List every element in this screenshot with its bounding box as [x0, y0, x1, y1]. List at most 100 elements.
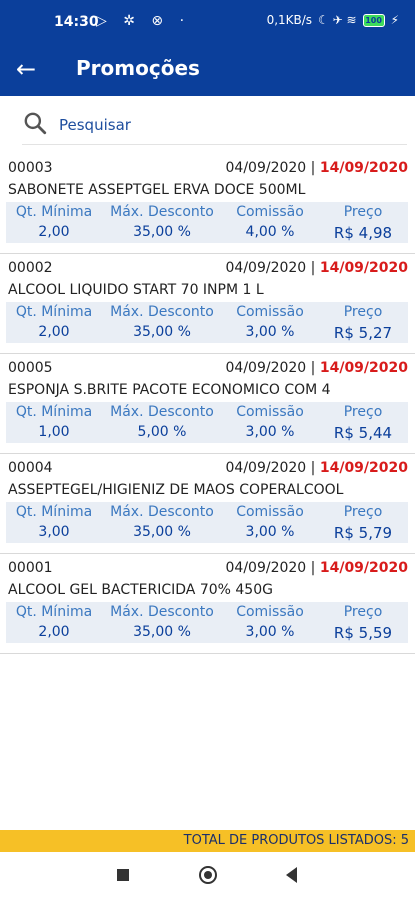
min-qty-col: Qt. Mínima 2,00 — [6, 602, 102, 643]
commission-label: Comissão — [236, 304, 304, 320]
item-name: ALCOOL LIQUIDO START 70 INPM 1 L — [8, 282, 264, 298]
price-label: Preço — [343, 204, 383, 220]
max-discount-label: Máx. Desconto — [110, 404, 214, 420]
max-discount-value: 35,00 % — [133, 324, 191, 340]
commission-label: Comissão — [236, 404, 304, 420]
recents-icon[interactable] — [117, 869, 129, 881]
min-qty-value: 2,00 — [38, 324, 70, 340]
total-footer: TOTAL DE PRODUTOS LISTADOS: 5 — [0, 830, 415, 852]
max-discount-col: Máx. Desconto 35,00 % — [102, 502, 222, 543]
price-label: Preço — [343, 304, 383, 320]
price-label: Preço — [343, 504, 383, 520]
item-code: 00001 — [8, 560, 53, 576]
list-item[interactable]: 00001 04/09/2020 | 14/09/2020 ALCOOL GEL… — [0, 554, 415, 654]
date-separator: | — [310, 560, 316, 576]
min-qty-col: Qt. Mínima 2,00 — [6, 202, 102, 243]
min-qty-value: 1,00 — [38, 424, 70, 440]
item-code: 00004 — [8, 460, 53, 476]
total-products-label: TOTAL DE PRODUTOS LISTADOS: 5 — [183, 833, 409, 848]
max-discount-col: Máx. Desconto 35,00 % — [102, 302, 222, 343]
commission-label: Comissão — [236, 604, 304, 620]
item-dates: 04/09/2020 | 14/09/2020 — [226, 260, 408, 276]
item-dates: 04/09/2020 | 14/09/2020 — [226, 160, 408, 176]
commission-label: Comissão — [236, 204, 304, 220]
date-separator: | — [310, 160, 316, 176]
back-arrow-icon[interactable]: ← — [16, 54, 36, 84]
notification-icons: ▷ ✲ ⊗ · — [96, 13, 191, 29]
start-date: 04/09/2020 — [225, 560, 307, 576]
price-col: Preço R$ 5,44 — [318, 402, 408, 443]
price-value: R$ 5,27 — [333, 324, 393, 342]
list-item[interactable]: 00004 04/09/2020 | 14/09/2020 ASSEPTEGEL… — [0, 454, 415, 554]
min-qty-label: Qt. Mínima — [15, 304, 93, 320]
min-qty-label: Qt. Mínima — [15, 604, 93, 620]
max-discount-label: Máx. Desconto — [110, 504, 214, 520]
item-name: ASSEPTEGEL/HIGIENIZ DE MAOS COPERALCOOL — [8, 482, 344, 498]
date-separator: | — [310, 260, 316, 276]
nav-back-icon[interactable] — [286, 867, 297, 883]
commission-value: 3,00 % — [245, 324, 295, 340]
page-title: Promoções — [76, 56, 200, 80]
search-bar[interactable]: Pesquisar — [22, 108, 407, 145]
item-details: Qt. Mínima 3,00 Máx. Desconto 35,00 % Comi… — [6, 502, 408, 543]
price-col: Preço R$ 4,98 — [318, 202, 408, 243]
item-details: Qt. Mínima 1,00 Máx. Desconto 5,00 % Comis… — [6, 402, 408, 443]
start-date: 04/09/2020 — [225, 160, 307, 176]
battery-icon: 100 — [362, 13, 385, 27]
list-item[interactable]: 00005 04/09/2020 | 14/09/2020 ESPONJA S.… — [0, 354, 415, 454]
min-qty-col: Qt. Mínima 1,00 — [6, 402, 102, 443]
price-value: R$ 5,79 — [333, 524, 393, 542]
commission-col: Comissão 3,00 % — [222, 302, 318, 343]
commission-value: 4,00 % — [245, 224, 295, 240]
home-icon[interactable] — [199, 866, 217, 884]
max-discount-label: Máx. Desconto — [110, 604, 214, 620]
status-bar: 14:30 ▷ ✲ ⊗ · 0,1KB/s ☾ ✈ ≋ 100 ⚡ — [0, 0, 415, 44]
search-input[interactable]: Pesquisar — [59, 116, 131, 134]
commission-label: Comissão — [236, 504, 304, 520]
max-discount-label: Máx. Desconto — [110, 304, 214, 320]
commission-value: 3,00 % — [245, 524, 295, 540]
max-discount-value: 35,00 % — [133, 524, 191, 540]
app-bar: ← Promoções — [0, 44, 415, 96]
end-date: 14/09/2020 — [319, 260, 408, 276]
end-date: 14/09/2020 — [319, 360, 408, 376]
item-dates: 04/09/2020 | 14/09/2020 — [226, 460, 408, 476]
price-label: Preço — [343, 404, 383, 420]
commission-col: Comissão 3,00 % — [222, 502, 318, 543]
search-icon — [24, 112, 47, 135]
min-qty-label: Qt. Mínima — [15, 504, 93, 520]
min-qty-col: Qt. Mínima 2,00 — [6, 302, 102, 343]
min-qty-col: Qt. Mínima 3,00 — [6, 502, 102, 543]
max-discount-value: 35,00 % — [133, 624, 191, 640]
commission-value: 3,00 % — [245, 624, 295, 640]
item-dates: 04/09/2020 | 14/09/2020 — [226, 360, 408, 376]
max-discount-col: Máx. Desconto 35,00 % — [102, 602, 222, 643]
item-details: Qt. Mínima 2,00 Máx. Desconto 35,00 % Comi… — [6, 602, 408, 643]
price-col: Preço R$ 5,27 — [318, 302, 408, 343]
min-qty-label: Qt. Mínima — [15, 404, 93, 420]
start-date: 04/09/2020 — [225, 260, 307, 276]
end-date: 14/09/2020 — [319, 560, 408, 576]
max-discount-label: Máx. Desconto — [110, 204, 214, 220]
item-details: Qt. Mínima 2,00 Máx. Desconto 35,00 % Comi… — [6, 302, 408, 343]
start-date: 04/09/2020 — [225, 360, 307, 376]
commission-col: Comissão 3,00 % — [222, 402, 318, 443]
end-date: 14/09/2020 — [319, 460, 408, 476]
charging-icon: ⚡ — [390, 13, 399, 27]
date-separator: | — [310, 360, 316, 376]
price-label: Preço — [343, 604, 383, 620]
item-code: 00003 — [8, 160, 53, 176]
price-col: Preço R$ 5,59 — [318, 602, 408, 643]
system-nav-bar — [0, 852, 415, 900]
price-value: R$ 5,59 — [333, 624, 393, 642]
min-qty-label: Qt. Mínima — [15, 204, 93, 220]
commission-col: Comissão 3,00 % — [222, 602, 318, 643]
start-date: 04/09/2020 — [225, 460, 307, 476]
list-item[interactable]: 00003 04/09/2020 | 14/09/2020 SABONETE A… — [0, 154, 415, 254]
item-code: 00005 — [8, 360, 53, 376]
list-item[interactable]: 00002 04/09/2020 | 14/09/2020 ALCOOL LIQ… — [0, 254, 415, 354]
end-date: 14/09/2020 — [319, 160, 408, 176]
item-code: 00002 — [8, 260, 53, 276]
max-discount-value: 35,00 % — [133, 224, 191, 240]
item-dates: 04/09/2020 | 14/09/2020 — [226, 560, 408, 576]
